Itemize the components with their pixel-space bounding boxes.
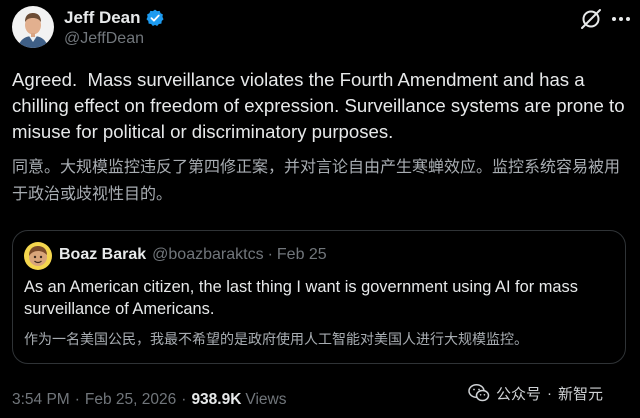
quote-separator: ·: [267, 246, 273, 263]
quote-header: Boaz Barak @boazbaraktcs · Feb 25: [59, 246, 327, 264]
quote-translation: 作为一名美国公民，我最不希望的是政府使用人工智能对美国人进行大规模监控。: [24, 331, 528, 347]
meta-separator: ·: [74, 391, 80, 408]
author-handle[interactable]: @JeffDean: [64, 30, 144, 48]
grok-icon[interactable]: [578, 6, 604, 32]
quote-author-avatar[interactable]: [24, 242, 52, 270]
watermark-left-text: 公众号: [496, 385, 542, 403]
more-options-icon[interactable]: [610, 6, 632, 32]
quote-date[interactable]: Feb 25: [277, 246, 327, 264]
quoted-tweet[interactable]: Boaz Barak @boazbaraktcs · Feb 25 As an …: [12, 230, 626, 364]
watermark-right-text: 新智元: [558, 385, 604, 403]
author-avatar[interactable]: [12, 6, 54, 48]
views-label: Views: [245, 391, 287, 408]
wechat-icon: [468, 383, 490, 403]
tweet-meta: 3:54 PM · Feb 25, 2026 · 938.9K Views: [12, 391, 287, 409]
author-name[interactable]: Jeff Dean: [64, 8, 141, 28]
post-date[interactable]: Feb 25, 2026: [85, 391, 176, 409]
post-time[interactable]: 3:54 PM: [12, 391, 70, 409]
views-count[interactable]: 938.9K: [191, 391, 241, 409]
quote-author-name[interactable]: Boaz Barak: [59, 246, 146, 264]
watermark-separator: ·: [547, 384, 553, 402]
quote-text: As an American citizen, the last thing I…: [24, 278, 578, 318]
quote-author-handle[interactable]: @boazbaraktcs: [152, 246, 263, 264]
author-name-row[interactable]: Jeff Dean: [64, 7, 164, 29]
tweet-translation: 同意。大规模监控违反了第四修正案，并对言论自由产生寒蝉效应。监控系统容易被用于政…: [12, 159, 621, 203]
meta-separator-2: ·: [181, 391, 187, 408]
tweet-card: Jeff Dean @JeffDean Agreed. Mass surveil…: [0, 0, 640, 418]
watermark: 公众号 · 新智元: [468, 382, 603, 404]
tweet-text: Agreed. Mass surveillance violates the F…: [12, 69, 630, 142]
verified-badge-icon: [146, 9, 164, 27]
